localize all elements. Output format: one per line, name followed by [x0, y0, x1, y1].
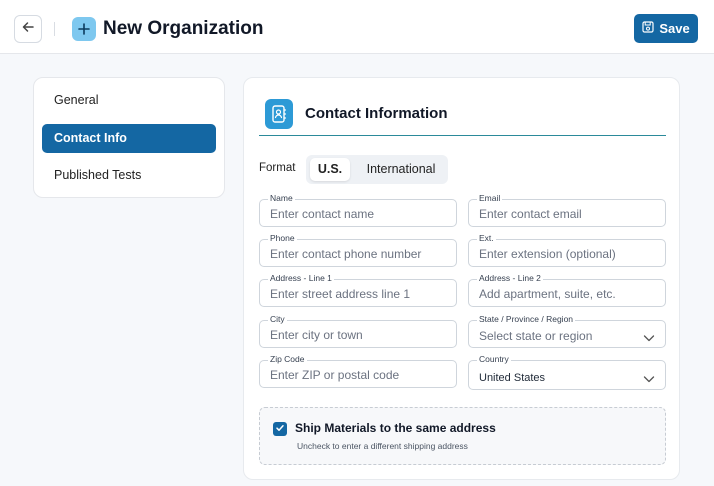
sidebar-item-contact-info[interactable]: Contact Info	[42, 124, 216, 153]
country-label: Country	[477, 354, 511, 365]
save-button-label: Save	[659, 21, 690, 36]
zip-input[interactable]	[260, 361, 456, 387]
email-field-wrapper: Email	[468, 193, 666, 227]
check-icon	[275, 420, 285, 438]
plus-icon	[72, 17, 96, 41]
section-title: Contact Information	[305, 105, 448, 122]
chevron-down-icon	[643, 330, 655, 348]
name-field-wrapper: Name	[259, 193, 457, 227]
top-bar: New Organization Save	[0, 0, 714, 54]
phone-input[interactable]	[260, 240, 456, 266]
ext-field-wrapper: Ext.	[468, 233, 666, 267]
save-icon	[642, 21, 654, 36]
address2-input[interactable]	[469, 280, 665, 306]
email-input[interactable]	[469, 200, 665, 226]
ship-same-address-label[interactable]: Ship Materials to the same address	[295, 421, 496, 435]
address2-field-wrapper: Address - Line 2	[468, 273, 666, 307]
country-select-value: United States	[479, 372, 546, 384]
state-select-value: Select state or region	[479, 329, 593, 343]
address1-field-wrapper: Address - Line 1	[259, 273, 457, 307]
ship-same-address-hint: Uncheck to enter a different shipping ad…	[297, 441, 468, 451]
sidebar-nav: General Contact Info Published Tests	[33, 77, 225, 198]
header-divider	[54, 22, 55, 36]
shipping-option-box: Ship Materials to the same address Unche…	[259, 407, 666, 465]
contact-info-panel: Contact Information Format U.S. Internat…	[243, 77, 680, 480]
state-label: State / Province / Region	[477, 314, 576, 325]
format-label: Format	[259, 162, 296, 174]
address1-input[interactable]	[260, 280, 456, 306]
contact-book-icon	[265, 99, 293, 129]
ship-same-address-checkbox[interactable]	[273, 422, 287, 436]
city-input[interactable]	[260, 321, 456, 347]
arrow-left-icon	[21, 20, 35, 39]
back-button[interactable]	[14, 15, 42, 43]
page-title: New Organization	[103, 18, 264, 39]
format-option-international[interactable]: International	[358, 158, 444, 181]
country-select[interactable]: Country United States	[468, 354, 666, 390]
name-input[interactable]	[260, 200, 456, 226]
chevron-down-icon	[643, 371, 655, 389]
state-select[interactable]: State / Province / Region Select state o…	[468, 314, 666, 348]
section-divider	[259, 135, 666, 136]
format-option-us[interactable]: U.S.	[310, 158, 350, 181]
format-toggle: U.S. International	[306, 155, 448, 184]
zip-field-wrapper: Zip Code	[259, 354, 457, 388]
sidebar-item-published-tests[interactable]: Published Tests	[42, 161, 216, 190]
ext-input[interactable]	[469, 240, 665, 266]
city-field-wrapper: City	[259, 314, 457, 348]
phone-field-wrapper: Phone	[259, 233, 457, 267]
save-button[interactable]: Save	[634, 14, 698, 43]
sidebar-item-general[interactable]: General	[42, 86, 216, 115]
